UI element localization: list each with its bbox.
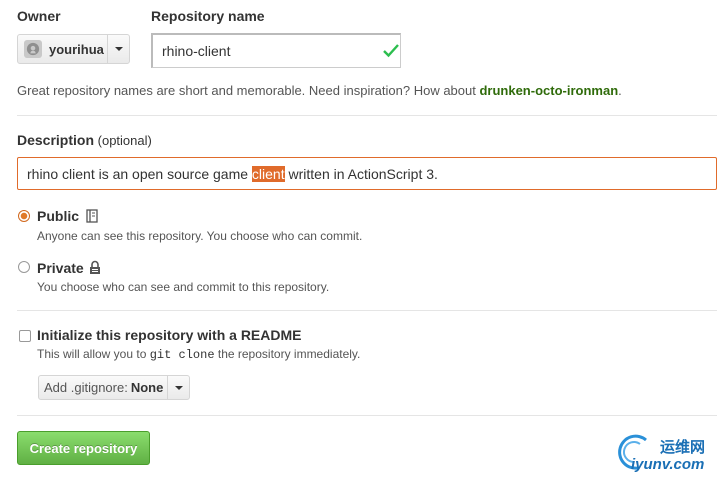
gitignore-select[interactable]: Add .gitignore: None: [38, 375, 190, 400]
private-radio[interactable]: [18, 261, 30, 273]
public-label: Public: [37, 208, 80, 224]
readme-label: Initialize this repository with a README: [37, 327, 302, 343]
watermark-url: iyunv.com: [631, 456, 705, 473]
divider: [17, 310, 717, 311]
check-icon: [383, 44, 399, 58]
gitignore-value: None: [130, 380, 164, 395]
octocat-avatar-icon: [24, 40, 42, 58]
chevron-down-icon[interactable]: [167, 376, 189, 399]
lock-icon: [90, 260, 100, 274]
readme-checkbox[interactable]: [19, 330, 31, 342]
book-icon: [86, 209, 98, 223]
watermark-text: 运维网: [660, 439, 706, 456]
divider: [17, 115, 717, 116]
git-clone-code: git clone: [149, 348, 215, 362]
repository-name-input[interactable]: [151, 33, 401, 68]
description-input[interactable]: rhino client is an open source game clie…: [17, 157, 717, 190]
name-hint: Great repository names are short and mem…: [17, 83, 622, 98]
divider: [17, 415, 717, 416]
public-radio[interactable]: [18, 210, 30, 222]
description-label: Description (optional): [17, 132, 152, 148]
private-help: You choose who can see and commit to thi…: [37, 280, 330, 294]
owner-name: yourihua: [49, 41, 104, 57]
gitignore-prefix: Add .gitignore:: [44, 380, 128, 395]
owner-label: Owner: [17, 8, 61, 24]
create-repository-button[interactable]: Create repository: [17, 431, 150, 465]
owner-select[interactable]: yourihua: [17, 34, 130, 64]
repository-name-label: Repository name: [151, 8, 265, 24]
selected-text: client: [251, 165, 285, 182]
public-help: Anyone can see this repository. You choo…: [37, 229, 363, 243]
private-label: Private: [37, 260, 84, 276]
suggestion-link[interactable]: drunken-octo-ironman: [479, 83, 618, 98]
readme-help: This will allow you to git clone the rep…: [37, 347, 361, 362]
chevron-down-icon[interactable]: [107, 35, 129, 63]
